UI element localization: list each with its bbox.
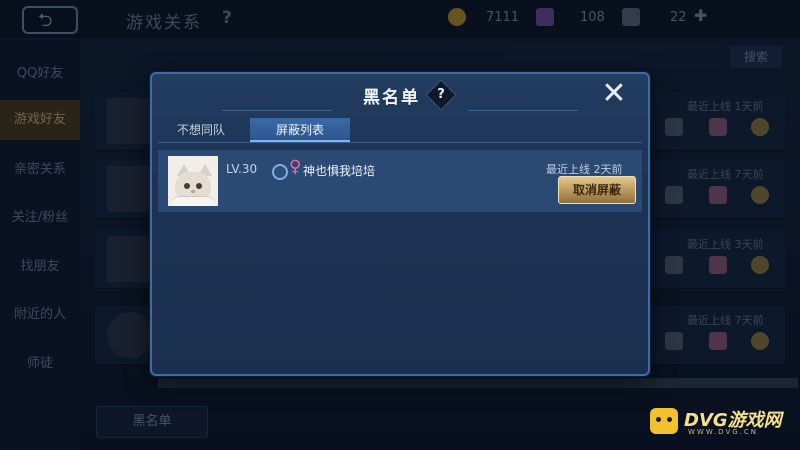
header-ornament	[222, 82, 332, 111]
watermark-subtext: WWW.DVG.CN	[688, 428, 759, 436]
header-ornament	[468, 82, 578, 111]
watermark: DVG游戏网 WWW.DVG.CN	[646, 404, 796, 440]
female-icon: ♀	[289, 157, 302, 177]
blocked-list: LV.30 ♀ 神也惧我培培 最近上线 2天前 取消屏蔽	[158, 150, 642, 366]
avatar[interactable]	[168, 156, 218, 206]
player-nickname: 神也惧我培培	[303, 164, 376, 178]
blacklist-dialog: 黑名单 ? ✕ 不想同队 屏蔽列表 LV.30 ♀ 神也惧我培培 最近上线 2天…	[150, 72, 650, 376]
player-level: LV.30	[226, 162, 258, 176]
close-icon[interactable]: ✕	[600, 79, 628, 109]
gamepad-logo-icon	[650, 408, 678, 434]
tab-blocked-list[interactable]: 屏蔽列表	[250, 118, 350, 142]
dialog-header: 黑名单 ? ✕	[152, 74, 648, 114]
unblock-button[interactable]: 取消屏蔽	[558, 176, 636, 204]
list-item: LV.30 ♀ 神也惧我培培 最近上线 2天前 取消屏蔽	[158, 150, 642, 212]
tab-not-same-team[interactable]: 不想同队	[160, 118, 242, 142]
dialog-title: 黑名单	[363, 88, 420, 108]
last-online: 最近上线 2天前	[546, 163, 623, 176]
rank-icon	[272, 164, 288, 180]
help-icon[interactable]: ?	[425, 79, 457, 111]
tab-divider	[158, 142, 642, 143]
